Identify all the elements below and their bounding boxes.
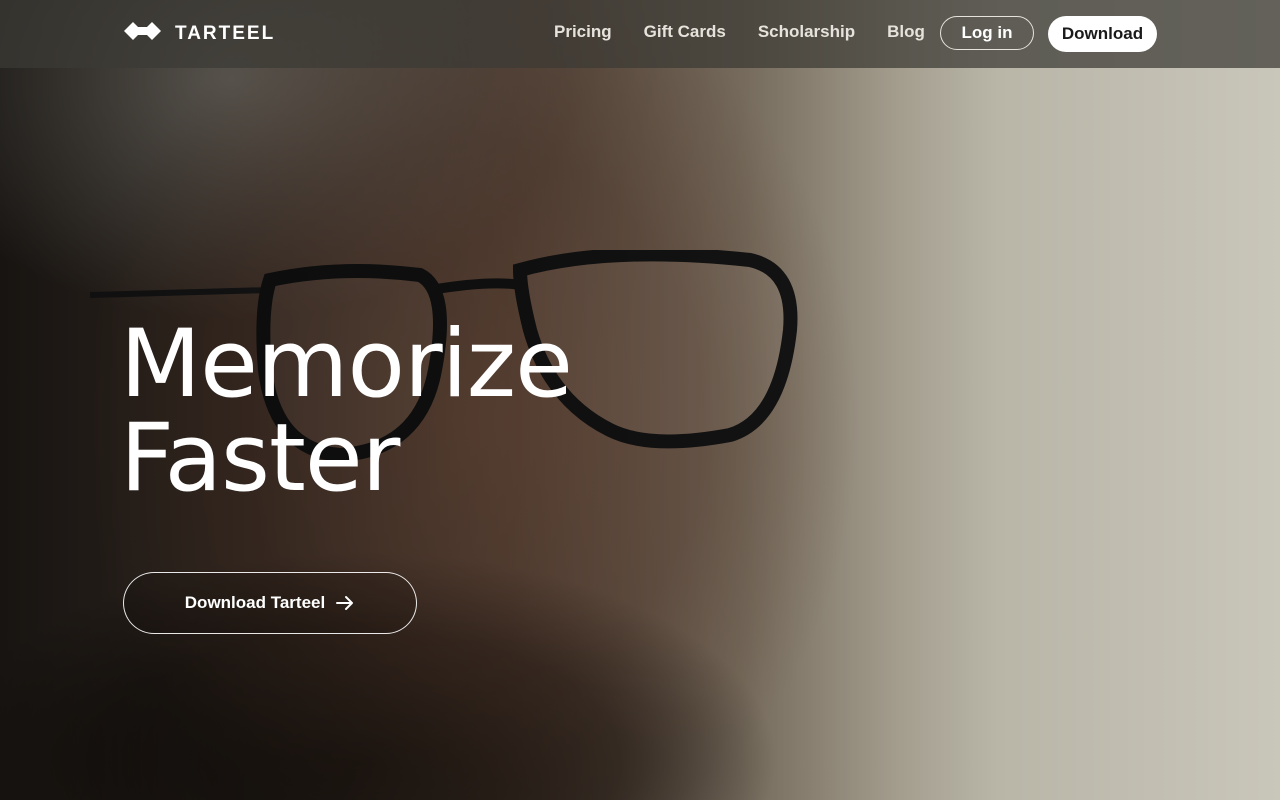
download-button[interactable]: Download xyxy=(1048,16,1157,52)
site-header: TARTEEL Pricing Gift Cards Scholarship B… xyxy=(0,0,1280,68)
page: TARTEEL Pricing Gift Cards Scholarship B… xyxy=(0,0,1280,800)
nav-gift-cards[interactable]: Gift Cards xyxy=(644,22,726,42)
logo-text: TARTEEL xyxy=(175,23,276,44)
login-button[interactable]: Log in xyxy=(940,16,1034,50)
nav-scholarship[interactable]: Scholarship xyxy=(758,22,855,42)
main-nav: Pricing Gift Cards Scholarship Blog xyxy=(554,22,925,42)
nav-pricing[interactable]: Pricing xyxy=(554,22,612,42)
nav-blog[interactable]: Blog xyxy=(887,22,925,42)
hero-title-line-2: Faster xyxy=(120,404,400,513)
download-tarteel-button[interactable]: Download Tarteel xyxy=(123,572,417,634)
hero-title: Memorize Faster xyxy=(120,310,573,513)
logo-link[interactable]: TARTEEL xyxy=(123,20,275,48)
cta-label: Download Tarteel xyxy=(184,593,326,612)
tarteel-logo-icon xyxy=(124,22,161,40)
hero-title-line-1: Memorize xyxy=(120,310,573,419)
arrow-right-icon xyxy=(336,596,354,610)
